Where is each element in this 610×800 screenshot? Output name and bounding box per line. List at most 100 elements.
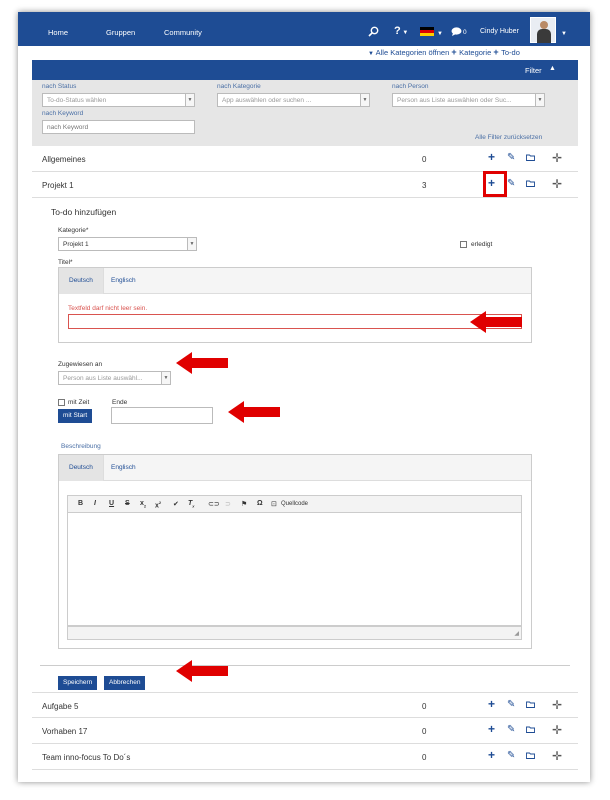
user-menu-chevron-icon[interactable]: ▼ <box>561 29 567 40</box>
move-icon[interactable]: ✛ <box>552 178 562 190</box>
category-name: Allgemeines <box>42 155 86 164</box>
editor-footer: ◢ <box>67 626 522 640</box>
category-filter-select[interactable]: App auswählen oder suchen ... ▼ <box>217 93 370 107</box>
tab-deutsch[interactable]: Deutsch <box>59 455 104 481</box>
pencil-icon[interactable]: ✎ <box>507 700 515 710</box>
done-checkbox[interactable] <box>460 241 467 248</box>
with-time-checkbox[interactable] <box>58 399 65 406</box>
remove-format-icon[interactable]: Tx <box>188 500 195 508</box>
category-filter-label: nach Kategorie <box>217 83 261 90</box>
flag-icon[interactable]: ⚑ <box>241 500 247 508</box>
italic-icon[interactable]: I <box>94 500 96 507</box>
category-name: Projekt 1 <box>42 181 74 190</box>
status-filter-select[interactable]: To-do-Status wählen ▼ <box>42 93 195 107</box>
help-menu[interactable]: ? ▼ <box>394 26 408 39</box>
annotation-arrow <box>470 311 522 333</box>
subscript-icon[interactable]: x2 <box>140 500 146 508</box>
add-category-link[interactable]: Kategorie <box>459 48 491 57</box>
nav-home[interactable]: Home <box>48 28 68 37</box>
chevron-down-icon: ▼ <box>187 238 196 250</box>
category-row[interactable]: Aufgabe 5 0 + ✎ ✛ <box>32 692 578 718</box>
nav-community[interactable]: Community <box>164 28 202 37</box>
person-filter-label: nach Person <box>392 83 429 90</box>
description-tab-strip: Deutsch Englisch <box>59 455 531 481</box>
folder-icon[interactable] <box>526 701 535 711</box>
filter-toggle-bar[interactable]: Filter ▲ <box>32 60 578 80</box>
user-name[interactable]: Cindy Huber <box>480 28 519 35</box>
chat-icon[interactable] <box>451 27 462 39</box>
todo-count: 0 <box>422 702 427 711</box>
tab-englisch[interactable]: Englisch <box>111 464 136 471</box>
tab-englisch[interactable]: Englisch <box>111 277 136 284</box>
todo-count: 0 <box>422 753 427 762</box>
move-icon[interactable]: ✛ <box>552 724 562 736</box>
underline-icon[interactable]: U <box>109 500 114 507</box>
subnav: ▼ Alle Kategorien öffnen + Kategorie + T… <box>368 47 520 59</box>
annotation-arrow <box>176 352 228 374</box>
start-button[interactable]: mit Start <box>58 409 93 423</box>
unlink-icon[interactable]: ⊃ <box>225 500 231 508</box>
bold-icon[interactable]: B <box>78 500 83 507</box>
category-row[interactable]: Allgemeines 0 + ✎ ✛ <box>32 146 578 172</box>
category-name: Aufgabe 5 <box>42 702 79 711</box>
category-row[interactable]: Vorhaben 17 0 + ✎ ✛ <box>32 718 578 744</box>
with-time-label: mit Zeit <box>68 399 90 406</box>
divider <box>40 665 570 666</box>
source-icon[interactable]: ⊡ <box>271 500 277 508</box>
filter-panel: nach Status To-do-Status wählen ▼ nach Ka… <box>32 80 578 146</box>
chevron-down-icon: ▼ <box>360 94 369 106</box>
chat-count: 0 <box>463 29 467 36</box>
category-select[interactable]: Projekt 1 ▼ <box>58 237 197 251</box>
title-input[interactable] <box>68 314 522 329</box>
source-label[interactable]: Quellcode <box>281 501 308 507</box>
german-flag-icon[interactable] <box>420 27 434 39</box>
move-icon[interactable]: ✛ <box>552 750 562 762</box>
cancel-button[interactable]: Abbrechen <box>104 676 146 690</box>
plus-icon: + <box>493 47 502 57</box>
editor-toolbar: B I U S x2 x2 ✔ Tx ⊂⊃ ⊃ ⚑ Ω ⊡ Quellcode <box>67 495 522 513</box>
chevron-up-icon: ▲ <box>549 65 556 72</box>
save-button[interactable]: Speichern <box>58 676 98 690</box>
form-title: To-do hinzufügen <box>51 207 117 217</box>
avatar[interactable] <box>530 17 556 43</box>
top-navigation-bar: Home Gruppen Community ? ▼ ▼ 0 Cindy Hub… <box>18 12 590 46</box>
chevron-down-icon[interactable]: ▼ <box>437 29 443 40</box>
pencil-icon[interactable]: ✎ <box>507 751 515 761</box>
move-icon[interactable]: ✛ <box>552 699 562 711</box>
tab-deutsch[interactable]: Deutsch <box>59 268 104 294</box>
keyword-filter-input[interactable]: nach Keyword <box>42 120 195 134</box>
category-row[interactable]: Team inno-focus To Do´s 0 + ✎ ✛ <box>32 744 578 770</box>
move-icon[interactable]: ✛ <box>552 152 562 164</box>
add-todo-plus-icon[interactable]: + <box>488 749 495 761</box>
pencil-icon[interactable]: ✎ <box>507 179 515 189</box>
open-all-categories-link[interactable]: Alle Kategorien öffnen <box>376 48 450 57</box>
reset-filters-link[interactable]: Alle Filter zurücksetzen <box>475 134 542 141</box>
folder-icon[interactable] <box>526 752 535 762</box>
category-name: Team inno-focus To Do´s <box>42 753 131 762</box>
end-date-input[interactable] <box>111 407 213 424</box>
app-window: Home Gruppen Community ? ▼ ▼ 0 Cindy Hub… <box>18 12 590 782</box>
search-icon[interactable] <box>368 26 379 40</box>
folder-icon[interactable] <box>526 154 535 164</box>
validation-error: Textfeld darf nicht leer sein. <box>68 305 148 312</box>
pencil-icon[interactable]: ✎ <box>507 725 515 735</box>
add-todo-link[interactable]: To-do <box>501 48 520 57</box>
add-todo-plus-icon[interactable]: + <box>488 723 495 735</box>
folder-icon[interactable] <box>526 726 535 736</box>
assignee-select[interactable]: Person aus Liste auswähl... ▼ <box>58 371 171 385</box>
link-icon[interactable]: ⊂⊃ <box>208 500 220 508</box>
superscript-icon[interactable]: x2 <box>155 500 161 509</box>
check-format-icon[interactable]: ✔ <box>173 500 179 508</box>
add-todo-plus-icon[interactable]: + <box>488 151 495 163</box>
end-label: Ende <box>112 399 128 406</box>
folder-icon[interactable] <box>526 180 535 190</box>
omega-icon[interactable]: Ω <box>257 500 263 507</box>
pencil-icon[interactable]: ✎ <box>507 153 515 163</box>
person-filter-select[interactable]: Person aus Liste auswählen oder Suc... ▼ <box>392 93 545 107</box>
description-editor[interactable] <box>67 513 522 626</box>
strikethrough-icon[interactable]: S <box>125 500 130 507</box>
highlight-box <box>483 171 507 197</box>
resize-handle-icon[interactable]: ◢ <box>514 630 519 637</box>
nav-gruppen[interactable]: Gruppen <box>106 28 135 37</box>
add-todo-plus-icon[interactable]: + <box>488 698 495 710</box>
